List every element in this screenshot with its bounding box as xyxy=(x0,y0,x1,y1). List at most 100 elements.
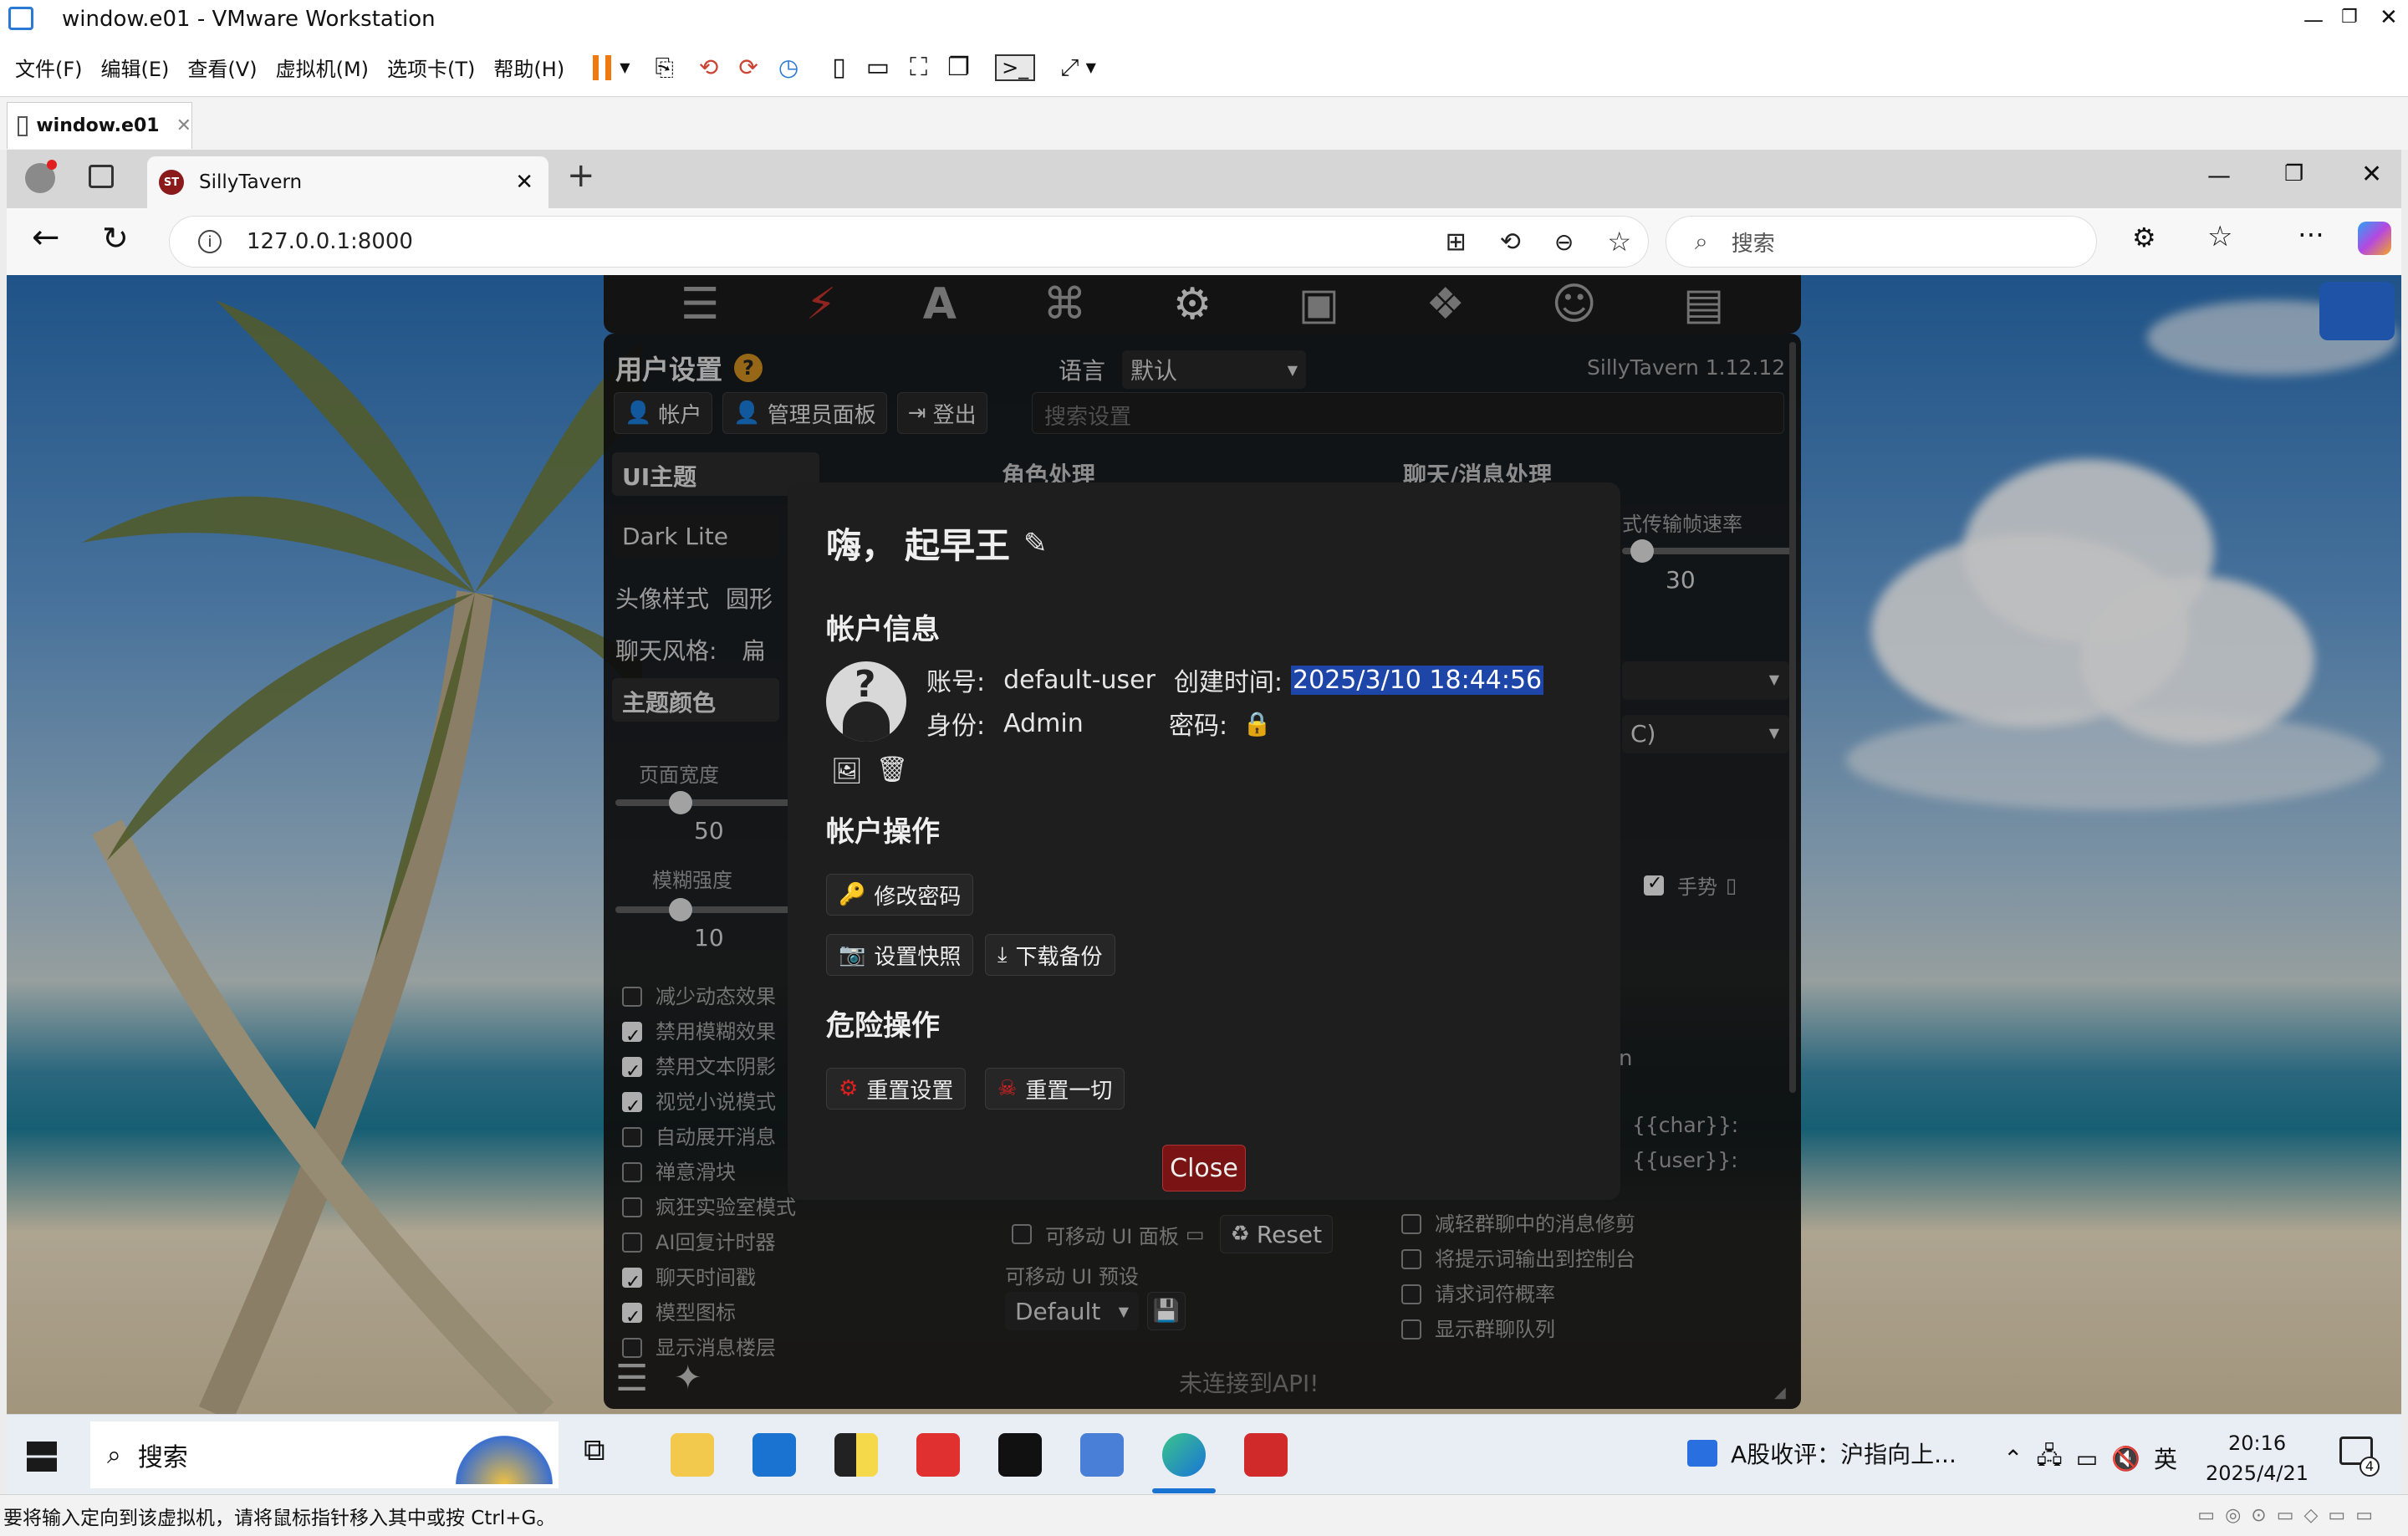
edge-taskbar-icon[interactable] xyxy=(1162,1433,1206,1477)
back-icon[interactable]: ← xyxy=(32,218,60,257)
reset-settings-button[interactable]: ⚙ 重置设置 xyxy=(826,1068,967,1110)
app-tools-icon[interactable] xyxy=(1080,1433,1124,1477)
menu-help[interactable]: 帮助(H) xyxy=(493,53,564,82)
role-label: 身份: xyxy=(926,712,986,741)
snapshot-label: 设置快照 xyxy=(874,944,962,970)
close-icon[interactable]: ✕ xyxy=(2380,5,2398,30)
sillytavern-favicon-icon: ST xyxy=(159,170,184,195)
search-placeholder[interactable]: 搜索 xyxy=(1732,227,1775,258)
red-gear-icon: ⚙ xyxy=(839,1076,859,1101)
news-widget[interactable]: A股收评：沪指向上... xyxy=(1687,1436,1956,1470)
taskbar-search[interactable]: ⌕ 搜索 xyxy=(90,1421,559,1488)
volume-muted-icon[interactable]: 🔇 xyxy=(2111,1445,2140,1472)
menu-edit[interactable]: 编辑(E) xyxy=(101,53,170,82)
copilot-icon[interactable] xyxy=(2358,222,2391,255)
vm-tab-close-icon[interactable]: ✕ xyxy=(176,115,191,136)
download-backup-label: 下载备份 xyxy=(1015,944,1103,970)
file-explorer-icon[interactable] xyxy=(671,1433,714,1477)
clock-time: 20:16 xyxy=(2227,1431,2287,1455)
vm-tab-label: window.e01 xyxy=(36,115,160,136)
password-label: 密码: xyxy=(1169,712,1228,741)
edge-restore-icon[interactable]: ❐ xyxy=(2284,161,2303,186)
vmware-statusbar: 要将输入定向到该虚拟机，请将鼠标指针移入其中或按 Ctrl+G。 ▭◎⊙▭◇▭▭ xyxy=(0,1494,2408,1536)
menu-tabs[interactable]: 选项卡(T) xyxy=(387,53,475,82)
clock[interactable]: 20:16 2025/4/21 xyxy=(2206,1428,2309,1488)
book-app-icon[interactable] xyxy=(1244,1433,1288,1477)
edit-pencil-icon[interactable]: ✎ xyxy=(1023,527,1048,560)
edge-close-icon[interactable]: ✕ xyxy=(2361,160,2382,189)
favorites-icon[interactable]: ☆ xyxy=(2207,220,2232,253)
app-available-icon[interactable]: ⊞ xyxy=(1446,227,1467,257)
download-icon: ⤓ xyxy=(997,942,1008,967)
window-title: window.e01 - VMware Workstation xyxy=(62,7,436,32)
silhouette-icon xyxy=(843,702,890,742)
taskbar-search-label: 搜索 xyxy=(137,1443,188,1472)
console-icon[interactable]: >_ xyxy=(995,54,1036,81)
display-icon[interactable]: ▭ xyxy=(2076,1445,2098,1472)
task-view-icon[interactable]: ⧉ xyxy=(584,1433,605,1468)
news-text: A股收评：沪指向上... xyxy=(1731,1441,1956,1468)
account-info-heading: 帐户信息 xyxy=(826,613,940,646)
outlook-icon[interactable] xyxy=(752,1433,796,1477)
wps-icon[interactable] xyxy=(916,1433,960,1477)
read-aloud-icon[interactable]: ⟲ xyxy=(1500,227,1521,257)
new-tab-icon[interactable]: + xyxy=(567,156,595,195)
created-value: 2025/3/10 18:44:56 xyxy=(1291,665,1544,695)
account-label: 账号: xyxy=(926,668,986,697)
extensions-icon[interactable]: ⚙ xyxy=(2132,222,2156,253)
reset-all-button[interactable]: ☠ 重置一切 xyxy=(985,1068,1125,1110)
terminal-icon[interactable] xyxy=(998,1433,1042,1477)
windows-taskbar: ⌕ 搜索 ⧉ A股收评：沪指向上... ⌃ 🖧 ▭ 🔇 英 20:16 2025… xyxy=(7,1414,2401,1494)
close-button[interactable]: Close xyxy=(1162,1145,1246,1192)
vm-tab[interactable]: window.e01 ✕ xyxy=(7,102,192,149)
restore-icon[interactable]: ❐ xyxy=(2341,7,2358,28)
thumbnail-view-icon[interactable]: ▭ xyxy=(866,53,890,82)
vmware-menubar: 文件(F) 编辑(E) 查看(V) 虚拟机(M) 选项卡(T) 帮助(H) ▼ … xyxy=(0,38,2408,97)
stretch-icon[interactable]: ⤢ xyxy=(1060,54,1079,82)
browser-tab-sillytavern[interactable]: ST SillyTavern ✕ xyxy=(147,156,548,208)
info-icon[interactable]: i xyxy=(198,230,222,253)
pause-icon[interactable] xyxy=(593,54,612,80)
tab-actions-icon[interactable] xyxy=(89,165,114,188)
vmware-logo-icon xyxy=(8,7,33,30)
dropdown-icon-2[interactable]: ▼ xyxy=(1086,59,1096,75)
role-value: Admin xyxy=(1003,708,1084,738)
question-mark-icon: ? xyxy=(855,663,876,706)
change-password-button[interactable]: 🔑 修改密码 xyxy=(826,874,974,916)
fullscreen-icon[interactable]: ⛶ xyxy=(910,53,927,82)
send-keys-icon[interactable]: ⎘ xyxy=(656,54,674,82)
browser-tab-title: SillyTavern xyxy=(199,171,303,193)
change-avatar-icon[interactable]: 🖼 xyxy=(831,757,863,786)
unity-icon[interactable]: ❐ xyxy=(947,53,970,82)
browser-search-box[interactable]: ⌕ 搜索 xyxy=(1666,216,2097,268)
minimize-icon[interactable]: — xyxy=(2303,8,2324,32)
edge-minimize-icon[interactable]: — xyxy=(2207,161,2231,189)
add-favorite-icon[interactable]: ☆ xyxy=(1607,226,1631,258)
reset-settings-label: 重置设置 xyxy=(866,1078,954,1104)
network-icon[interactable]: 🖧 xyxy=(2036,1438,2062,1478)
account-modal: 嗨， 起早王 ✎ 帐户信息 ? 账号: default-user 创建时间: 2… xyxy=(788,482,1620,1200)
sticky-notes-icon[interactable] xyxy=(834,1433,878,1477)
ime-indicator[interactable]: 英 xyxy=(2154,1442,2177,1475)
more-icon[interactable]: ⋯ xyxy=(2298,218,2324,250)
snapshot-manager-icon[interactable]: ◷ xyxy=(778,54,798,81)
url-text[interactable]: 127.0.0.1:8000 xyxy=(247,229,413,254)
menu-vm[interactable]: 虚拟机(M) xyxy=(276,53,369,82)
address-bar[interactable]: i 127.0.0.1:8000 ⊞ ⟲ ⊖ ☆ xyxy=(169,216,1649,268)
browser-tab-close-icon[interactable]: ✕ xyxy=(515,170,533,195)
windows-start-icon[interactable] xyxy=(27,1442,57,1472)
dropdown-icon[interactable]: ▼ xyxy=(620,59,630,75)
more-tools-icon[interactable]: ⊖ xyxy=(1554,228,1574,256)
tray-chevron-icon[interactable]: ⌃ xyxy=(2003,1445,2023,1472)
refresh-icon[interactable]: ↻ xyxy=(102,220,129,257)
default-avatar: ? xyxy=(826,661,906,742)
revert-icon[interactable]: ⟳ xyxy=(738,54,758,81)
download-backup-button[interactable]: ⤓ 下载备份 xyxy=(985,934,1115,976)
status-text: 要将输入定向到该虚拟机，请将鼠标指针移入其中或按 Ctrl+G。 xyxy=(3,1507,556,1529)
snapshot-button[interactable]: 📷 设置快照 xyxy=(826,934,974,976)
sidebar-view-icon[interactable]: ▯ xyxy=(832,53,846,82)
snapshot-icon[interactable]: ⟲ xyxy=(699,54,718,81)
menu-file[interactable]: 文件(F) xyxy=(15,53,83,82)
delete-avatar-icon[interactable]: 🗑 xyxy=(876,755,908,784)
menu-view[interactable]: 查看(V) xyxy=(187,53,257,82)
